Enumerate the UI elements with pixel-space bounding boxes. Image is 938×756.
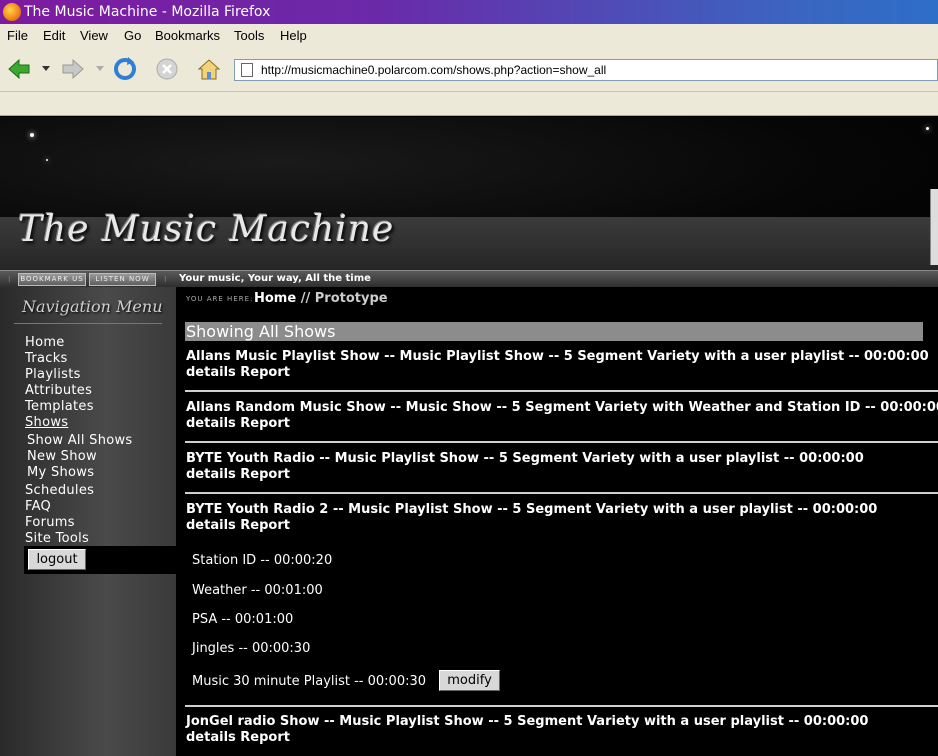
site-header: The Music Machine [0,117,938,270]
nav-show-all-shows[interactable]: Show All Shows [27,433,133,449]
segment-item: Jingles -- 00:00:30 [192,641,311,656]
navigation-heading: Navigation Menu [22,297,163,316]
heading-underline [14,323,162,324]
forward-dropdown-icon[interactable] [96,66,104,72]
show-title-line: JonGel radio Show -- Music Playlist Show… [186,714,869,729]
show-title-line: BYTE Youth Radio 2 -- Music Playlist Sho… [186,502,878,517]
main-content: YOU ARE HERE: Home // Prototype Showing … [176,287,938,756]
show-title-line: BYTE Youth Radio -- Music Playlist Show … [186,451,864,466]
show-divider [185,492,938,494]
nav-home[interactable]: Home [25,335,65,351]
menu-bar: File Edit View Go Bookmarks Tools Help [0,24,938,48]
back-icon[interactable] [6,56,32,82]
forward-icon[interactable] [60,56,86,82]
star-decoration [46,159,48,161]
nav-site-tools[interactable]: Site Tools [25,531,89,547]
logout-row: logout [24,546,176,574]
show-actions-link[interactable]: details Report [186,518,290,534]
modify-button[interactable]: modify [439,670,500,691]
nav-forums[interactable]: Forums [25,515,75,531]
site-tagline: Your music, Your way, All the time [179,273,371,284]
breadcrumb-home[interactable]: Home [254,291,296,306]
firefox-icon [3,3,21,21]
strip-separator: ⁝ [164,275,167,284]
menu-help[interactable]: Help [280,28,307,43]
logout-button[interactable]: logout [28,549,86,570]
show-actions-link[interactable]: details Report [186,416,290,432]
nav-tracks[interactable]: Tracks [25,351,68,367]
nav-new-show[interactable]: New Show [27,449,97,465]
page-icon [241,63,253,77]
site-logo: The Music Machine [18,209,395,250]
star-decoration [926,127,929,130]
listen-now-button[interactable]: LISTEN NOW [89,273,156,286]
show-divider [185,441,938,443]
show-title-line: Allans Music Playlist Show -- Music Play… [186,349,929,364]
breadcrumb-prefix: YOU ARE HERE: [186,295,254,303]
scrollbar-edge[interactable] [930,189,938,265]
show-divider [185,705,938,707]
bookmark-us-button[interactable]: BOOKMARK US [18,273,86,286]
menu-go[interactable]: Go [124,28,141,43]
segment-item: Weather -- 00:01:00 [192,583,323,598]
navigation-sidebar: Navigation Menu Home Tracks Playlists At… [0,287,176,756]
reload-icon[interactable] [112,56,138,82]
show-actions-link[interactable]: details Report [186,365,290,381]
stop-icon[interactable] [154,56,180,82]
nav-my-shows[interactable]: My Shows [27,465,94,481]
menu-view[interactable]: View [80,28,108,43]
segment-item: Station ID -- 00:00:20 [192,553,333,568]
address-bar[interactable]: http://musicmachine0.polarcom.com/shows.… [234,59,938,81]
segment-item: Music 30 minute Playlist -- 00:00:30 [192,674,427,689]
show-divider [185,390,938,392]
strip-separator: ⁝ [8,275,11,284]
breadcrumb-separator: // [296,291,315,306]
home-icon[interactable] [196,56,222,82]
breadcrumb: Home // Prototype [254,291,388,306]
menu-tools[interactable]: Tools [234,28,264,43]
address-url: http://musicmachine0.polarcom.com/shows.… [261,63,607,77]
nav-templates[interactable]: Templates [25,399,94,415]
strip-separator: ⁝ [357,275,360,284]
page-title: Showing All Shows [185,322,923,341]
breadcrumb-current: Prototype [314,291,388,306]
window-title: The Music Machine - Mozilla Firefox [24,4,271,20]
top-strip: ⁝ BOOKMARK US LISTEN NOW ⁝ Your music, Y… [0,270,938,287]
menu-file[interactable]: File [7,28,28,43]
nav-faq[interactable]: FAQ [25,499,51,515]
show-actions-link[interactable]: details Report [186,730,290,746]
back-dropdown-icon[interactable] [42,66,50,72]
menu-edit[interactable]: Edit [43,28,65,43]
menu-bookmarks[interactable]: Bookmarks [155,28,220,43]
nav-playlists[interactable]: Playlists [25,367,81,383]
show-title-line: Allans Random Music Show -- Music Show -… [186,400,938,415]
bookmarks-toolbar [0,92,938,116]
nav-attributes[interactable]: Attributes [25,383,92,399]
nav-schedules[interactable]: Schedules [25,483,94,499]
nav-shows[interactable]: Shows [25,415,68,431]
window-title-bar: The Music Machine - Mozilla Firefox [0,0,938,24]
star-decoration [30,133,34,137]
show-actions-link[interactable]: details Report [186,467,290,483]
segment-item: PSA -- 00:01:00 [192,612,294,627]
